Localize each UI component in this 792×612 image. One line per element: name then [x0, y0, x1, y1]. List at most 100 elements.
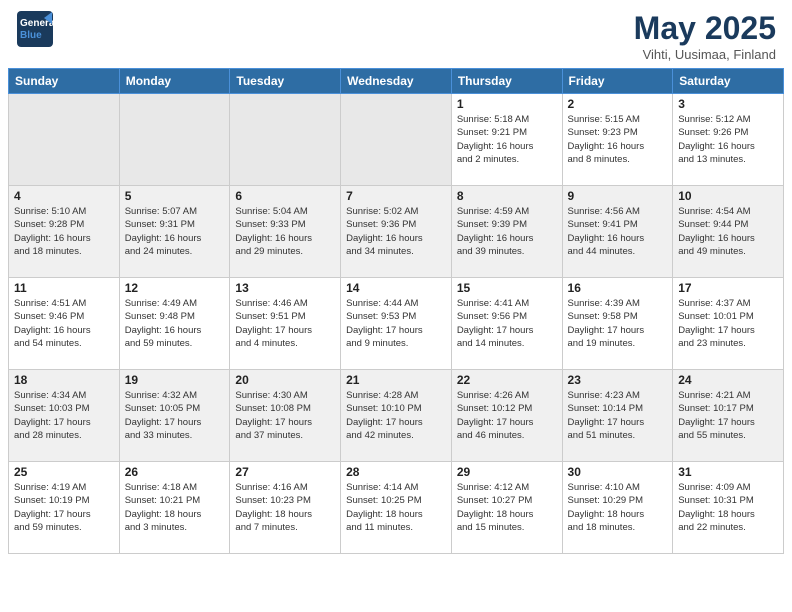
- day-number: 19: [125, 373, 225, 387]
- day-info: Sunrise: 4:32 AM Sunset: 10:05 PM Daylig…: [125, 389, 225, 442]
- day-info: Sunrise: 4:41 AM Sunset: 9:56 PM Dayligh…: [457, 297, 557, 350]
- calendar-cell: 6 Sunrise: 5:04 AM Sunset: 9:33 PM Daylig…: [230, 186, 341, 278]
- day-info: Sunrise: 4:39 AM Sunset: 9:58 PM Dayligh…: [568, 297, 668, 350]
- calendar-cell: 26Sunrise: 4:18 AM Sunset: 10:21 PM Dayl…: [119, 462, 230, 554]
- day-info: Sunrise: 5:04 AM Sunset: 9:33 PM Dayligh…: [235, 205, 335, 258]
- day-number: 29: [457, 465, 557, 479]
- day-number: 31: [678, 465, 778, 479]
- day-number: 17: [678, 281, 778, 295]
- day-info: Sunrise: 4:10 AM Sunset: 10:29 PM Daylig…: [568, 481, 668, 534]
- day-info: Sunrise: 5:18 AM Sunset: 9:21 PM Dayligh…: [457, 113, 557, 166]
- calendar-cell: 15 Sunrise: 4:41 AM Sunset: 9:56 PM Dayli…: [451, 278, 562, 370]
- day-number: 6: [235, 189, 335, 203]
- calendar-cell: 16 Sunrise: 4:39 AM Sunset: 9:58 PM Dayli…: [562, 278, 673, 370]
- calendar-header-row: Sunday Monday Tuesday Wednesday Thursday…: [9, 69, 784, 94]
- day-number: 11: [14, 281, 114, 295]
- day-info: Sunrise: 4:51 AM Sunset: 9:46 PM Dayligh…: [14, 297, 114, 350]
- calendar-week-row: 25Sunrise: 4:19 AM Sunset: 10:19 PM Dayl…: [9, 462, 784, 554]
- calendar-cell: 11 Sunrise: 4:51 AM Sunset: 9:46 PM Dayli…: [9, 278, 120, 370]
- calendar-cell: 12 Sunrise: 4:49 AM Sunset: 9:48 PM Dayli…: [119, 278, 230, 370]
- calendar-cell: 2 Sunrise: 5:15 AM Sunset: 9:23 PM Daylig…: [562, 94, 673, 186]
- calendar-cell: 13Sunrise: 4:46 AM Sunset: 9:51 PM Dayli…: [230, 278, 341, 370]
- day-info: Sunrise: 4:34 AM Sunset: 10:03 PM Daylig…: [14, 389, 114, 442]
- day-info: Sunrise: 4:30 AM Sunset: 10:08 PM Daylig…: [235, 389, 335, 442]
- col-friday: Friday: [562, 69, 673, 94]
- calendar-cell: 18 Sunrise: 4:34 AM Sunset: 10:03 PM Dayl…: [9, 370, 120, 462]
- calendar-cell: [341, 94, 452, 186]
- calendar-cell: 4 Sunrise: 5:10 AM Sunset: 9:28 PM Daylig…: [9, 186, 120, 278]
- day-info: Sunrise: 5:07 AM Sunset: 9:31 PM Dayligh…: [125, 205, 225, 258]
- logo: General Blue: [16, 10, 58, 48]
- day-number: 2: [568, 97, 668, 111]
- day-info: Sunrise: 5:15 AM Sunset: 9:23 PM Dayligh…: [568, 113, 668, 166]
- calendar-week-row: 1 Sunrise: 5:18 AM Sunset: 9:21 PM Daylig…: [9, 94, 784, 186]
- col-sunday: Sunday: [9, 69, 120, 94]
- day-number: 24: [678, 373, 778, 387]
- day-info: Sunrise: 5:12 AM Sunset: 9:26 PM Dayligh…: [678, 113, 778, 166]
- day-number: 5: [125, 189, 225, 203]
- calendar-cell: 5 Sunrise: 5:07 AM Sunset: 9:31 PM Daylig…: [119, 186, 230, 278]
- header: General Blue May 2025 Vihti, Uusimaa, Fi…: [0, 0, 792, 68]
- calendar-cell: 20 Sunrise: 4:30 AM Sunset: 10:08 PM Dayl…: [230, 370, 341, 462]
- calendar-cell: 8 Sunrise: 4:59 AM Sunset: 9:39 PM Daylig…: [451, 186, 562, 278]
- day-info: Sunrise: 4:46 AM Sunset: 9:51 PM Dayligh…: [235, 297, 335, 350]
- calendar-cell: 17 Sunrise: 4:37 AM Sunset: 10:01 PM Dayl…: [673, 278, 784, 370]
- day-number: 16: [568, 281, 668, 295]
- day-number: 12: [125, 281, 225, 295]
- day-number: 18: [14, 373, 114, 387]
- calendar-cell: 27 Sunrise: 4:16 AM Sunset: 10:23 PM Dayl…: [230, 462, 341, 554]
- calendar-week-row: 11 Sunrise: 4:51 AM Sunset: 9:46 PM Dayli…: [9, 278, 784, 370]
- day-number: 20: [235, 373, 335, 387]
- day-info: Sunrise: 4:44 AM Sunset: 9:53 PM Dayligh…: [346, 297, 446, 350]
- location: Vihti, Uusimaa, Finland: [634, 47, 776, 62]
- day-number: 7: [346, 189, 446, 203]
- col-saturday: Saturday: [673, 69, 784, 94]
- calendar-cell: [9, 94, 120, 186]
- day-info: Sunrise: 4:14 AM Sunset: 10:25 PM Daylig…: [346, 481, 446, 534]
- day-number: 4: [14, 189, 114, 203]
- calendar-cell: [119, 94, 230, 186]
- day-info: Sunrise: 4:59 AM Sunset: 9:39 PM Dayligh…: [457, 205, 557, 258]
- col-monday: Monday: [119, 69, 230, 94]
- day-info: Sunrise: 4:16 AM Sunset: 10:23 PM Daylig…: [235, 481, 335, 534]
- calendar-cell: 25Sunrise: 4:19 AM Sunset: 10:19 PM Dayl…: [9, 462, 120, 554]
- day-info: Sunrise: 4:26 AM Sunset: 10:12 PM Daylig…: [457, 389, 557, 442]
- day-number: 21: [346, 373, 446, 387]
- calendar-cell: 31 Sunrise: 4:09 AM Sunset: 10:31 PM Dayl…: [673, 462, 784, 554]
- day-number: 22: [457, 373, 557, 387]
- calendar-cell: 10Sunrise: 4:54 AM Sunset: 9:44 PM Dayli…: [673, 186, 784, 278]
- calendar-cell: 23 Sunrise: 4:23 AM Sunset: 10:14 PM Dayl…: [562, 370, 673, 462]
- day-info: Sunrise: 4:12 AM Sunset: 10:27 PM Daylig…: [457, 481, 557, 534]
- day-info: Sunrise: 4:28 AM Sunset: 10:10 PM Daylig…: [346, 389, 446, 442]
- calendar-cell: 30 Sunrise: 4:10 AM Sunset: 10:29 PM Dayl…: [562, 462, 673, 554]
- col-wednesday: Wednesday: [341, 69, 452, 94]
- day-info: Sunrise: 4:09 AM Sunset: 10:31 PM Daylig…: [678, 481, 778, 534]
- day-info: Sunrise: 4:49 AM Sunset: 9:48 PM Dayligh…: [125, 297, 225, 350]
- day-number: 27: [235, 465, 335, 479]
- calendar-cell: 3 Sunrise: 5:12 AM Sunset: 9:26 PM Daylig…: [673, 94, 784, 186]
- day-number: 1: [457, 97, 557, 111]
- day-number: 9: [568, 189, 668, 203]
- day-number: 3: [678, 97, 778, 111]
- logo-icon: General Blue: [16, 10, 54, 48]
- day-number: 23: [568, 373, 668, 387]
- day-number: 8: [457, 189, 557, 203]
- day-info: Sunrise: 5:10 AM Sunset: 9:28 PM Dayligh…: [14, 205, 114, 258]
- calendar-cell: 1 Sunrise: 5:18 AM Sunset: 9:21 PM Daylig…: [451, 94, 562, 186]
- calendar-cell: 14Sunrise: 4:44 AM Sunset: 9:53 PM Dayli…: [341, 278, 452, 370]
- day-info: Sunrise: 4:21 AM Sunset: 10:17 PM Daylig…: [678, 389, 778, 442]
- calendar-week-row: 18 Sunrise: 4:34 AM Sunset: 10:03 PM Dayl…: [9, 370, 784, 462]
- day-number: 26: [125, 465, 225, 479]
- day-info: Sunrise: 4:19 AM Sunset: 10:19 PM Daylig…: [14, 481, 114, 534]
- calendar-cell: 29 Sunrise: 4:12 AM Sunset: 10:27 PM Dayl…: [451, 462, 562, 554]
- month-title: May 2025: [634, 10, 776, 47]
- calendar-cell: 19 Sunrise: 4:32 AM Sunset: 10:05 PM Dayl…: [119, 370, 230, 462]
- calendar-cell: 24 Sunrise: 4:21 AM Sunset: 10:17 PM Dayl…: [673, 370, 784, 462]
- day-number: 30: [568, 465, 668, 479]
- day-info: Sunrise: 4:23 AM Sunset: 10:14 PM Daylig…: [568, 389, 668, 442]
- day-number: 10: [678, 189, 778, 203]
- day-number: 15: [457, 281, 557, 295]
- calendar-cell: 22 Sunrise: 4:26 AM Sunset: 10:12 PM Dayl…: [451, 370, 562, 462]
- col-thursday: Thursday: [451, 69, 562, 94]
- day-info: Sunrise: 4:37 AM Sunset: 10:01 PM Daylig…: [678, 297, 778, 350]
